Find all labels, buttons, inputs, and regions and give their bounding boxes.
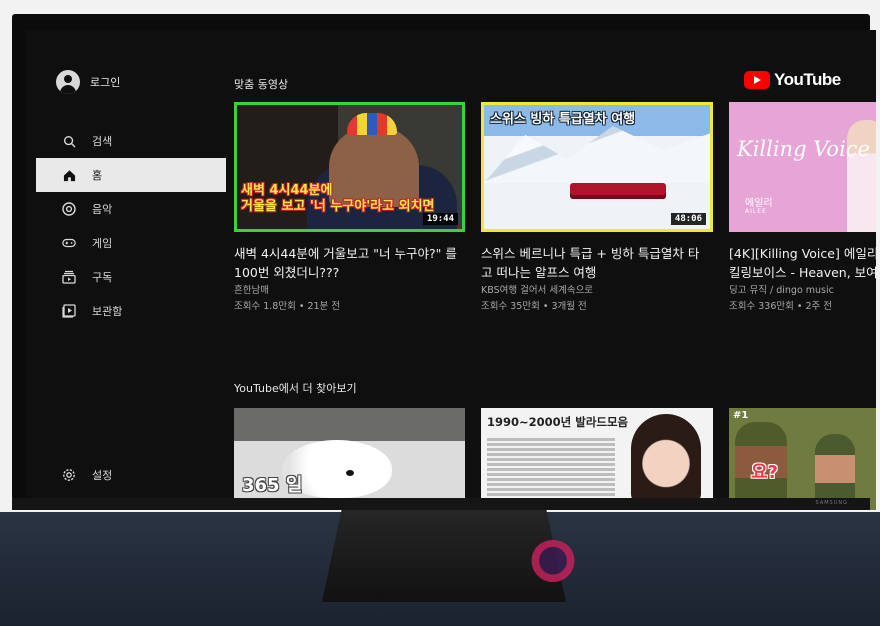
sidebar-item-label: 음악 <box>92 203 113 216</box>
sidebar-item-library[interactable]: 보관함 <box>36 294 226 328</box>
sidebar-item-label: 게임 <box>92 237 113 250</box>
thumbnail-hat <box>347 113 397 135</box>
sidebar-item-label: 설정 <box>92 469 113 482</box>
sidebar-item-home[interactable]: 홈 <box>36 158 226 192</box>
youtube-logo-text: YouTube <box>774 70 841 89</box>
video-thumbnail[interactable]: 스위스 빙하 특급열차 여행 48:06 <box>481 102 713 232</box>
thumbnail-caption: Killing Voice <box>737 137 870 161</box>
video-title[interactable]: 스위스 베르니나 특급 + 빙하 특급열차 타 고 떠나는 알프스 여행 <box>481 244 699 282</box>
thumbnail-caption: 요? <box>751 462 779 483</box>
video-title[interactable]: 새벽 4시44분에 거울보고 "너 누구야?" 를 100번 외쳤더니??? <box>234 244 457 282</box>
thumbnail-figure <box>815 434 855 504</box>
sidebar-item-music[interactable]: 음악 <box>36 192 226 226</box>
thumbnail-caption: AILEE <box>745 208 767 215</box>
tv-screen: 로그인 검색 홈 음악 게임 구독 보관함 설정 YouTube 맞춤 동영상 … <box>26 30 876 510</box>
subscriptions-icon <box>62 270 76 284</box>
video-title[interactable]: [4K][Killing Voice] 에일리 킬링보이스 - Heaven, … <box>729 244 876 282</box>
search-icon <box>62 134 76 148</box>
section-title-recommended: 맞춤 동영상 <box>234 78 289 91</box>
gamepad-icon <box>62 236 76 250</box>
video-meta: 흔한남매 조회수 1.8만회 • 21분 전 <box>234 283 340 315</box>
video-thumbnail[interactable]: Killing Voice 에일리 AILEE <box>729 102 876 232</box>
thumbnail-caption: #1 <box>733 410 749 421</box>
sidebar-nav: 검색 홈 음악 게임 구독 보관함 <box>36 124 226 328</box>
thumbnail-caption: 365 일 <box>242 475 303 496</box>
video-thumbnail[interactable]: 365 일 <box>234 408 465 510</box>
thumbnail-caption: 새벽 4시44분에 거울을 보고 '너 누구야'라고 외치면 <box>241 183 435 214</box>
thumbnail-caption: 스위스 빙하 특급열차 여행 <box>490 112 636 127</box>
sidebar-item-search[interactable]: 검색 <box>36 124 226 158</box>
video-thumbnail[interactable]: #1 요? <box>729 408 876 510</box>
gear-icon <box>62 468 76 482</box>
thumbnail-caption: 1990~2000년 발라드모음 <box>487 415 629 429</box>
account-avatar-icon <box>56 70 80 94</box>
thumbnail-dog-eye <box>346 470 354 476</box>
sidebar-item-label: 보관함 <box>92 305 123 318</box>
tv-bottom-bezel <box>12 498 870 510</box>
login-button[interactable]: 로그인 <box>56 70 120 94</box>
thumbnail-train <box>570 183 666 199</box>
login-label: 로그인 <box>90 76 121 89</box>
library-icon <box>62 304 76 318</box>
watermark-logo <box>530 540 576 586</box>
sidebar-item-label: 검색 <box>92 135 113 148</box>
sidebar-item-settings[interactable]: 설정 <box>62 467 112 483</box>
thumbnail-tracklist <box>487 436 615 498</box>
view-count: 조회수 35만회 • 3개월 전 <box>481 301 587 312</box>
sidebar-item-subscriptions[interactable]: 구독 <box>36 260 226 294</box>
tv-stand <box>322 510 566 602</box>
thumbnail-figure <box>631 414 701 504</box>
tv-brand-label: SAMSUNG <box>815 500 848 506</box>
home-icon <box>62 168 76 182</box>
youtube-logo: YouTube <box>744 70 841 90</box>
view-count: 조회수 336만회 • 2주 전 <box>729 301 833 312</box>
sidebar-item-gaming[interactable]: 게임 <box>36 226 226 260</box>
sidebar-item-label: 구독 <box>92 271 113 284</box>
sidebar-item-label: 홈 <box>92 169 103 182</box>
video-thumbnail[interactable]: 1990~2000년 발라드모음 <box>481 408 713 510</box>
thumbnail-mountains <box>484 126 710 183</box>
video-meta: 딩고 뮤직 / dingo music 조회수 336만회 • 2주 전 <box>729 283 834 315</box>
video-duration: 48:06 <box>670 213 706 225</box>
channel-name: KBS여행 걸어서 세계속으로 <box>481 285 594 296</box>
youtube-play-icon <box>744 71 770 89</box>
channel-name: 흔한남매 <box>234 285 269 296</box>
video-thumbnail[interactable]: 새벽 4시44분에 거울을 보고 '너 누구야'라고 외치면 19:44 <box>234 102 465 232</box>
view-count: 조회수 1.8만회 • 21분 전 <box>234 301 341 312</box>
music-icon <box>62 202 76 216</box>
tv-bezel: 로그인 검색 홈 음악 게임 구독 보관함 설정 YouTube 맞춤 동영상 … <box>12 14 876 510</box>
section-title-more: YouTube에서 더 찾아보기 <box>234 382 357 395</box>
video-duration: 19:44 <box>422 213 458 225</box>
sidebar: 로그인 검색 홈 음악 게임 구독 보관함 설정 <box>26 30 226 510</box>
channel-name: 딩고 뮤직 / dingo music <box>729 285 834 296</box>
video-meta: KBS여행 걸어서 세계속으로 조회수 35만회 • 3개월 전 <box>481 283 593 315</box>
thumbnail-caption: 에일리 <box>745 198 773 209</box>
